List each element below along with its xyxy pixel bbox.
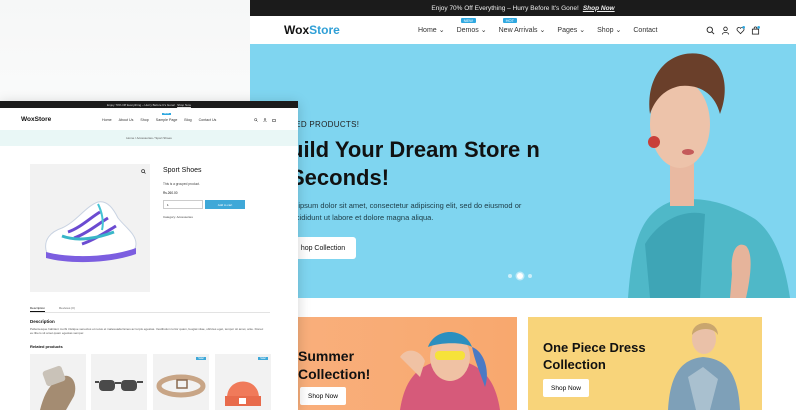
quantity-input[interactable]: 1 — [163, 200, 203, 209]
nav-item-sample-page[interactable]: NEW Sample Page — [155, 113, 178, 122]
product-short-description: This is a grouped product. — [163, 182, 200, 186]
nav-item-home[interactable]: Home — [102, 118, 112, 122]
hero-body: m ipsum dolor sit amet, consectetur adip… — [290, 201, 522, 222]
nav-item-shop[interactable]: Shop — [140, 118, 148, 122]
slider-dot-active[interactable] — [517, 273, 523, 279]
nav-label: Demos — [456, 26, 479, 34]
nav-label: Shop — [597, 26, 614, 34]
slider-dots — [508, 273, 532, 279]
chevron-down-icon: ⌄ — [579, 27, 586, 34]
sale-badge: Sale! — [258, 357, 268, 360]
shop-collection-button[interactable]: hop Collection — [290, 237, 356, 259]
nav-label: New Arrivals — [498, 26, 538, 34]
product-page-screenshot: Enjoy 70% Off Everything – Hurry Before … — [0, 101, 298, 410]
new-badge: NEW — [460, 18, 476, 23]
user-icon[interactable] — [263, 118, 267, 122]
chevron-down-icon: ⌄ — [438, 27, 445, 34]
nav-item-demos[interactable]: NEW Demos ⌄ — [456, 18, 487, 34]
nav-item-contact[interactable]: Contact Us — [199, 118, 217, 122]
announcement-link[interactable]: Shop Now — [177, 103, 191, 107]
site-logo[interactable]: WoxStore — [284, 23, 340, 37]
cart-icon[interactable] — [751, 26, 760, 35]
nav-item-blog[interactable]: Blog — [184, 118, 191, 122]
sunglasses-image — [95, 380, 143, 391]
promo-dress: One Piece Dress Collection Shop Now — [528, 317, 762, 410]
logo-part-2: Store — [309, 23, 340, 37]
announcement-bar: Enjoy 70% Off Everything – Hurry Before … — [250, 0, 796, 16]
header-icons — [254, 118, 276, 122]
search-icon[interactable] — [706, 26, 715, 35]
summer-shop-now-button[interactable]: Shop Now — [300, 387, 346, 405]
wishlist-icon[interactable] — [736, 26, 745, 35]
slider-dot[interactable] — [508, 274, 512, 278]
cart-icon[interactable] — [272, 118, 276, 122]
nav-label: Contact — [633, 26, 658, 34]
product-category[interactable]: Category: Accessories — [163, 215, 193, 219]
chevron-down-icon: ⌄ — [480, 27, 487, 34]
dress-shop-now-button[interactable]: Shop Now — [543, 379, 589, 397]
logo-part-1: Wox — [284, 23, 310, 37]
main-nav: Home About Us Shop NEW Sample Page Blog C… — [102, 113, 217, 122]
nav-item-pages[interactable]: Pages ⌄ — [557, 26, 586, 35]
announcement-link[interactable]: Shop Now — [583, 5, 615, 12]
related-product-card[interactable]: Sale! — [153, 354, 209, 410]
hero-eyebrow: TED PRODUCTS! — [290, 120, 360, 129]
chevron-down-icon: ⌄ — [615, 27, 622, 34]
summer-title: Summer Collection! — [298, 348, 371, 382]
nav-item-new-arrivals[interactable]: HOT New Arrivals ⌄ — [498, 18, 546, 34]
search-icon[interactable] — [254, 118, 258, 122]
nav-item-home[interactable]: Home ⌄ — [418, 26, 445, 35]
nav-item-shop[interactable]: Shop ⌄ — [597, 26, 622, 35]
breadcrumb[interactable]: Home / Accessories / Sport Shoes — [0, 130, 298, 146]
dress-title: One Piece Dress Collection — [543, 340, 646, 372]
nav-label: Pages — [557, 26, 578, 34]
announcement-text: Enjoy 70% Off Everything – Hurry Before … — [431, 4, 579, 12]
related-product-card[interactable]: Sale! — [215, 354, 271, 410]
site-header: WoxStore Home About Us Shop NEW Sample Pa… — [0, 108, 298, 130]
belt-image — [156, 374, 206, 398]
summer-model-image — [400, 332, 500, 410]
zoom-icon[interactable] — [141, 169, 146, 174]
announcement-text: Enjoy 70% Off Everything – Hurry Before … — [107, 102, 176, 107]
main-nav: Home ⌄ NEW Demos ⌄ HOT New Arrivals ⌄ Pages ⌄ … — [418, 18, 658, 35]
product-price: Rs.260.00 — [163, 191, 178, 195]
related-products-title: Related products — [30, 344, 63, 349]
description-title: Description — [30, 319, 55, 324]
watch-image — [40, 365, 76, 410]
product-name: Sport Shoes — [163, 167, 202, 174]
header-icons — [706, 26, 760, 35]
nav-item-about[interactable]: About Us — [119, 118, 134, 122]
site-logo[interactable]: WoxStore — [21, 116, 51, 123]
hero-banner: TED PRODUCTS! uild Your Dream Store n Se… — [250, 44, 796, 298]
sport-shoe-image — [45, 201, 137, 263]
hero-model-image — [628, 53, 790, 298]
nav-label: Sample Page — [155, 118, 178, 122]
tab-divider — [30, 312, 270, 313]
chevron-down-icon: ⌄ — [539, 27, 546, 34]
nav-item-contact[interactable]: Contact — [633, 26, 657, 34]
home-page-screenshot: Enjoy 70% Off Everything – Hurry Before … — [250, 0, 796, 410]
site-header: WoxStore Home ⌄ NEW Demos ⌄ HOT New Arrivals… — [250, 16, 796, 44]
nav-label: Home — [418, 26, 437, 34]
hot-badge: HOT — [502, 18, 518, 23]
slider-dot[interactable] — [528, 274, 532, 278]
sale-badge: Sale! — [196, 357, 206, 360]
announcement-bar: Enjoy 70% Off Everything – Hurry Before … — [0, 101, 298, 108]
new-badge: NEW — [161, 113, 171, 115]
dress-model-image — [668, 323, 740, 410]
related-product-card[interactable] — [91, 354, 147, 410]
composite-canvas: Enjoy 70% Off Everything – Hurry Before … — [0, 0, 796, 410]
description-text: Pellentesque habitant morbi tristique se… — [30, 327, 264, 336]
product-gallery — [30, 164, 150, 292]
related-product-card[interactable] — [30, 354, 86, 410]
hero-title: uild Your Dream Store n Seconds! — [290, 137, 540, 190]
user-icon[interactable] — [721, 26, 730, 35]
add-to-cart-button[interactable]: Add to cart — [205, 200, 245, 209]
beanie-image — [225, 381, 261, 406]
